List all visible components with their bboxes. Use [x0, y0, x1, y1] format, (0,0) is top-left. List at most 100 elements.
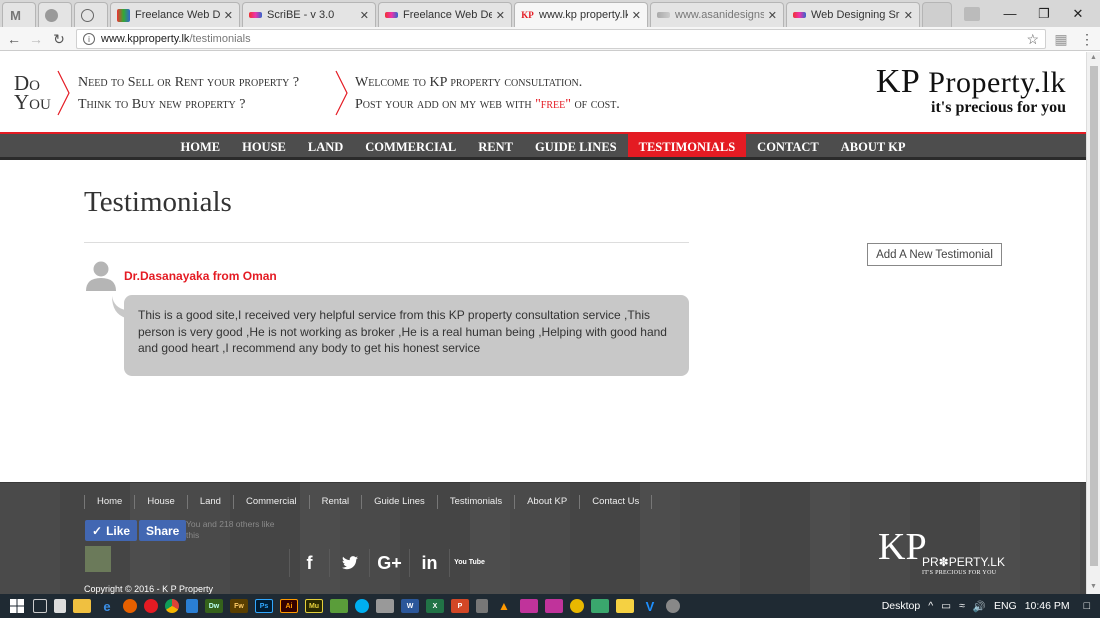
- youtube-icon[interactable]: You Tube: [449, 549, 489, 577]
- close-icon[interactable]: ✕: [632, 9, 641, 22]
- close-window-button[interactable]: ✕: [1058, 0, 1098, 27]
- nav-land[interactable]: LAND: [297, 134, 354, 157]
- tab-freelance-1[interactable]: Freelance Web Desig ✕: [110, 2, 240, 27]
- footer-logo[interactable]: KP PR✽PERTY.LK IT'S PRECIOUS FOR YOU: [878, 527, 1005, 576]
- task-view-icon[interactable]: [33, 599, 47, 613]
- dreamweaver-icon[interactable]: Dw: [205, 599, 223, 613]
- footer-link-home[interactable]: Home: [84, 495, 134, 509]
- nav-testimonials[interactable]: TESTIMONIALS: [627, 134, 747, 157]
- nav-house[interactable]: HOUSE: [231, 134, 297, 157]
- reload-icon[interactable]: ↻: [50, 30, 68, 48]
- facebook-like-button[interactable]: ✓ Like: [85, 520, 138, 541]
- scroll-up-arrow-icon[interactable]: ▲: [1090, 54, 1097, 61]
- brand-logo[interactable]: KP Property.lk it's precious for you: [876, 65, 1066, 117]
- photoshop-icon[interactable]: Ps: [255, 599, 273, 613]
- close-icon[interactable]: ✕: [224, 9, 233, 22]
- tab-scribe[interactable]: ScriBE - v 3.0 ✕: [242, 2, 376, 27]
- facebook-share-button[interactable]: Share: [139, 520, 187, 541]
- fireworks-icon[interactable]: Fw: [230, 599, 248, 613]
- pdf-extension-icon[interactable]: ▦: [1052, 30, 1070, 48]
- app-icon[interactable]: [520, 599, 538, 613]
- desktop-toolbar[interactable]: Desktop: [882, 600, 921, 612]
- google-plus-icon[interactable]: G+: [369, 549, 409, 577]
- excel-icon[interactable]: X: [426, 599, 444, 613]
- edge-icon[interactable]: e: [98, 599, 116, 614]
- close-icon[interactable]: ✕: [904, 9, 913, 22]
- scrollbar-thumb[interactable]: [1090, 66, 1098, 566]
- windows-start-icon[interactable]: [8, 599, 26, 613]
- footer-link-testimonials[interactable]: Testimonials: [436, 495, 514, 509]
- profile-icon[interactable]: [958, 0, 986, 27]
- sticky-notes-icon[interactable]: [616, 599, 634, 613]
- new-tab-button[interactable]: [922, 2, 952, 27]
- close-icon[interactable]: ✕: [360, 9, 369, 22]
- url-input[interactable]: i www.kpproperty.lk/testimonials ☆: [76, 29, 1046, 49]
- footer-link-land[interactable]: Land: [186, 495, 233, 509]
- app-icon[interactable]: V: [641, 599, 659, 614]
- tab-web-designing[interactable]: Web Designing Sri L ✕: [786, 2, 920, 27]
- wifi-icon[interactable]: ≈: [959, 600, 965, 612]
- skype-icon[interactable]: [355, 599, 369, 613]
- clock[interactable]: 10:46 PM: [1025, 600, 1070, 612]
- illustrator-icon[interactable]: Ai: [280, 599, 298, 613]
- close-icon[interactable]: ✕: [496, 9, 505, 22]
- file-explorer-icon[interactable]: [73, 599, 91, 613]
- back-arrow-icon[interactable]: ←: [5, 30, 23, 48]
- main-nav: HOME HOUSE LAND COMMERCIAL RENT GUIDE LI…: [0, 134, 1086, 160]
- app-icon[interactable]: [666, 599, 680, 613]
- footer-link-rental[interactable]: Rental: [308, 495, 361, 509]
- nav-about-kp[interactable]: ABOUT KP: [830, 134, 917, 157]
- notification-icon[interactable]: □: [1084, 600, 1090, 612]
- app-icon[interactable]: [186, 599, 198, 613]
- forward-arrow-icon[interactable]: →: [27, 30, 45, 48]
- chevron-up-icon[interactable]: ^: [928, 600, 933, 612]
- twitter-icon[interactable]: [329, 549, 369, 577]
- tab-kpproperty[interactable]: KP www.kp property.lk ✕: [514, 2, 648, 27]
- firefox-icon[interactable]: [123, 599, 137, 613]
- footer-link-about-kp[interactable]: About KP: [514, 495, 579, 509]
- vlc-icon[interactable]: ▲: [495, 599, 513, 613]
- battery-icon[interactable]: ▭: [941, 600, 951, 612]
- like-label: Like: [106, 523, 131, 538]
- footer-link-contact-us[interactable]: Contact Us: [579, 495, 653, 509]
- volume-icon[interactable]: 🔊: [973, 600, 986, 613]
- page-scrollbar[interactable]: ▲ ▼: [1086, 52, 1100, 594]
- opera-icon[interactable]: [144, 599, 158, 613]
- app-icon[interactable]: [545, 599, 563, 613]
- footer-link-guide-lines[interactable]: Guide Lines: [361, 495, 437, 509]
- app-icon[interactable]: [591, 599, 609, 613]
- menu-icon[interactable]: ⋮: [1078, 30, 1096, 48]
- powerpoint-icon[interactable]: P: [451, 599, 469, 613]
- tab-drive[interactable]: [38, 2, 72, 27]
- app-icon[interactable]: [570, 599, 584, 613]
- url-path: /testimonials: [189, 33, 251, 45]
- gmail-icon: M: [10, 7, 21, 23]
- nav-commercial[interactable]: COMMERCIAL: [354, 134, 467, 157]
- tab-freelance-2[interactable]: Freelance Web Desig ✕: [378, 2, 512, 27]
- footer-link-house[interactable]: House: [134, 495, 186, 509]
- add-testimonial-button[interactable]: Add A New Testimonial: [867, 243, 1002, 266]
- nav-contact[interactable]: CONTACT: [746, 134, 830, 157]
- close-icon[interactable]: ✕: [768, 9, 777, 22]
- scroll-down-arrow-icon[interactable]: ▼: [1090, 583, 1097, 590]
- nav-home[interactable]: HOME: [170, 134, 232, 157]
- muse-icon[interactable]: Mu: [305, 599, 323, 613]
- info-icon[interactable]: i: [83, 33, 95, 45]
- facebook-icon[interactable]: f: [289, 549, 329, 577]
- tab-globe[interactable]: [74, 2, 108, 27]
- asani-icon: [249, 12, 262, 18]
- footer-link-commercial[interactable]: Commercial: [232, 495, 309, 509]
- app-icon[interactable]: [376, 599, 394, 613]
- linkedin-icon[interactable]: in: [409, 549, 449, 577]
- word-icon[interactable]: W: [401, 599, 419, 613]
- app-icon[interactable]: [476, 599, 488, 613]
- star-icon[interactable]: ☆: [1026, 31, 1039, 48]
- chrome-icon[interactable]: [165, 599, 179, 613]
- nav-guide-lines[interactable]: GUIDE LINES: [524, 134, 628, 157]
- nav-rent[interactable]: RENT: [467, 134, 524, 157]
- tab-asanidesigns[interactable]: www.asanidesigns.c ✕: [650, 2, 784, 27]
- language-indicator[interactable]: ENG: [994, 600, 1017, 612]
- store-icon[interactable]: [54, 599, 66, 613]
- app-icon[interactable]: [330, 599, 348, 613]
- tab-gmail[interactable]: M: [2, 2, 36, 27]
